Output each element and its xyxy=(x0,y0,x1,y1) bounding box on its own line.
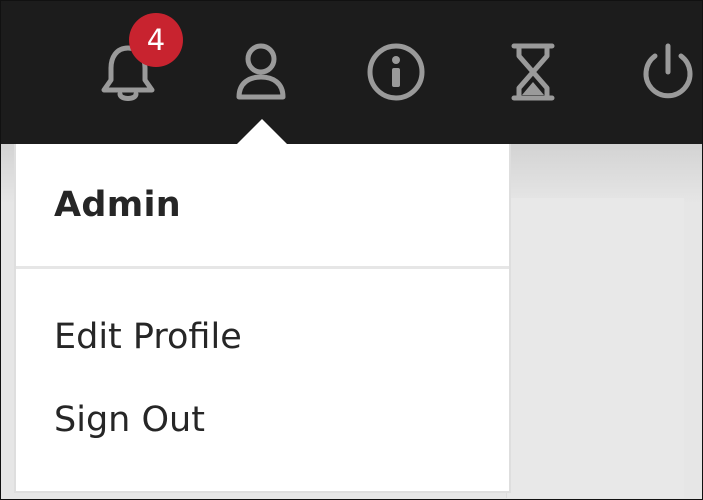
info-icon xyxy=(367,43,425,101)
app-window: 4 Admin Edit Profile Sign Out xyxy=(0,0,703,500)
hourglass-icon xyxy=(511,43,555,101)
user-dropdown-menu: Admin Edit Profile Sign Out xyxy=(14,144,511,493)
dropdown-header: Admin xyxy=(16,144,509,269)
info-button[interactable] xyxy=(351,27,441,117)
top-toolbar: 4 xyxy=(1,1,702,144)
user-name: Admin xyxy=(54,185,182,225)
timer-button[interactable] xyxy=(488,27,578,117)
dropdown-caret xyxy=(237,119,287,144)
notification-badge: 4 xyxy=(129,13,183,67)
user-icon xyxy=(236,43,286,100)
edit-profile-link[interactable]: Edit Profile xyxy=(16,317,509,357)
sign-out-link[interactable]: Sign Out xyxy=(16,400,509,440)
power-button[interactable] xyxy=(623,27,702,117)
power-icon xyxy=(643,43,693,99)
page-content-card xyxy=(506,198,684,498)
user-menu-button[interactable] xyxy=(216,27,306,117)
